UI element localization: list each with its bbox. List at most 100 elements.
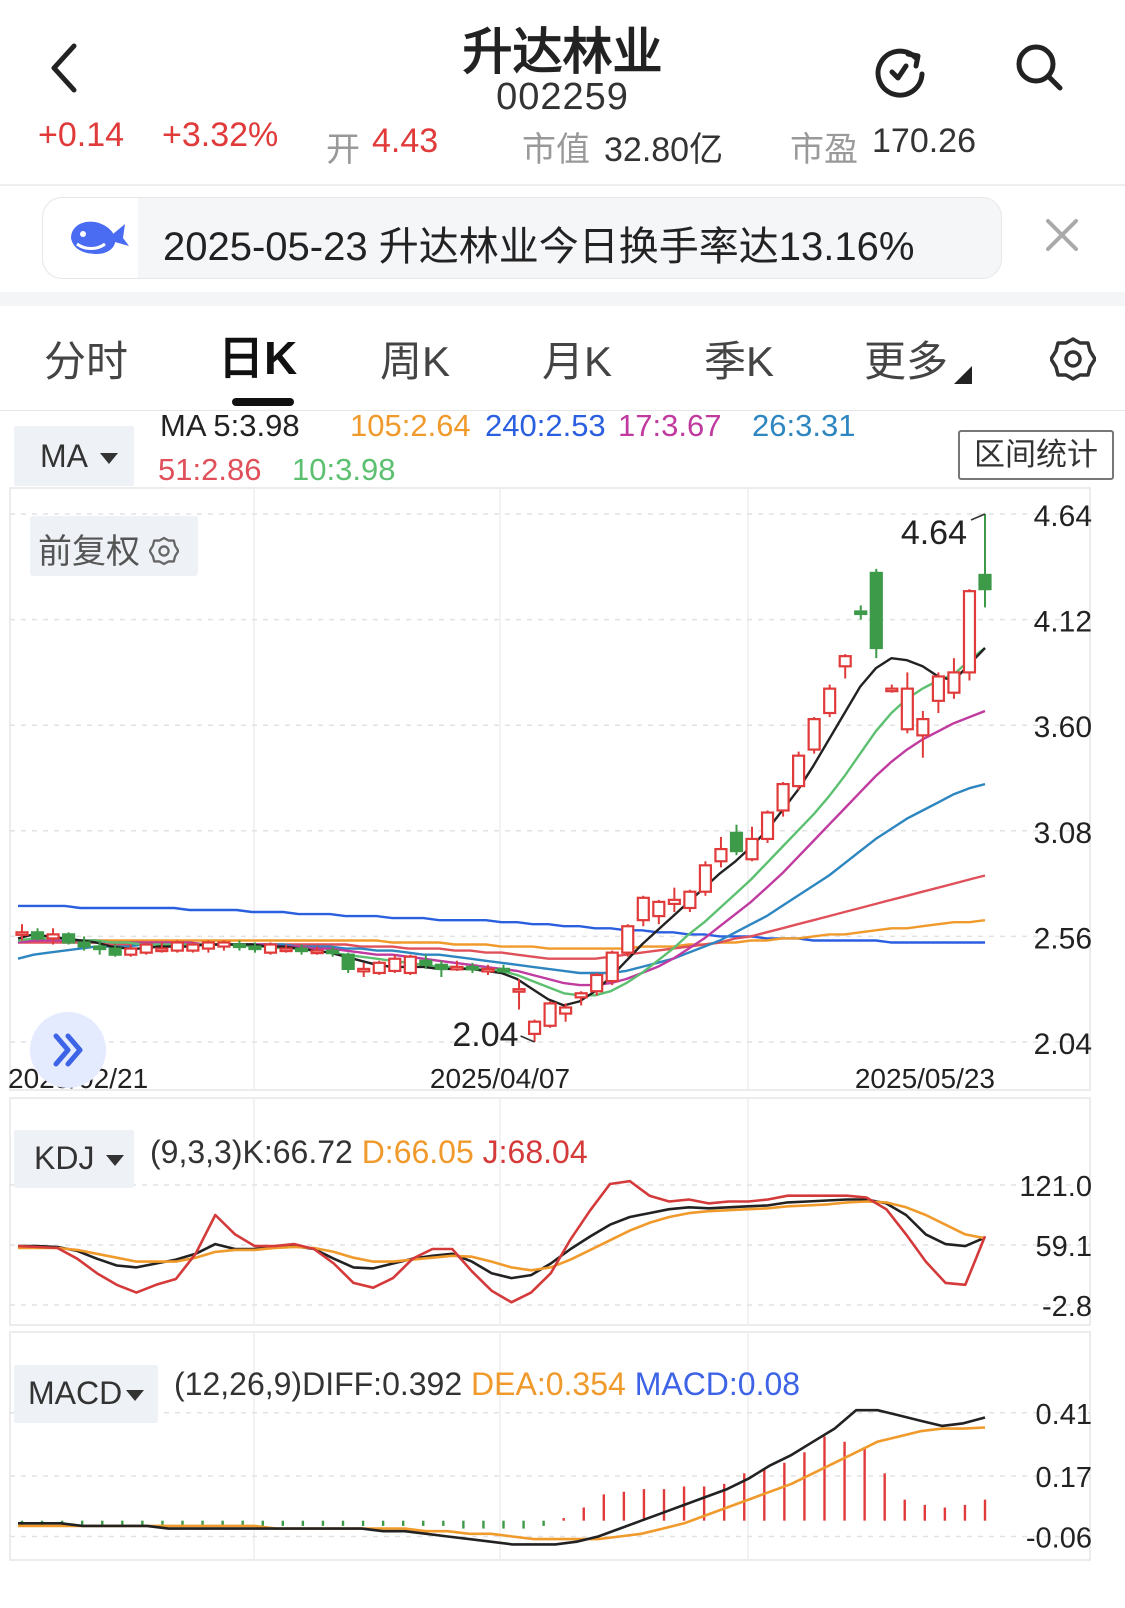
candle-body [481,967,495,973]
candle-body [294,947,309,953]
candle-body [419,959,433,966]
candle-body [326,949,340,955]
candle-body [885,687,899,693]
min-pointer [520,1035,535,1043]
candle-body [372,961,386,975]
candle-body [186,943,200,952]
indicator-selector-kdj[interactable]: KDJ [14,1130,134,1188]
y-tick-label: 2.04 [1034,1028,1092,1061]
candle-body [590,973,604,993]
caret-down-icon [126,1390,145,1402]
candle-body [652,900,666,918]
macd-plot [18,1408,987,1546]
candle-body [201,941,215,950]
candle-body [714,847,728,863]
macd-dea-value: DEA:0.354 [471,1366,626,1402]
candle-body [621,925,635,954]
candle-body [698,864,713,893]
candle-body [496,967,511,973]
x-tick-label: 2025/04/07 [430,1063,570,1094]
candle-body [683,890,697,910]
kdj-legend: (9,3,3)K:66.72 D:66.05 J:68.04 [150,1134,588,1171]
candle-body [559,1006,573,1015]
candle-body [465,965,480,971]
candle-body [139,943,153,954]
y-tick-label: 0.41 [1036,1399,1092,1431]
y-tick-label: -2.8 [1042,1291,1092,1323]
kdj-j-value: J:68.04 [482,1134,588,1170]
candle-body [263,943,278,954]
candle-body [605,951,619,983]
adjust-mode-button[interactable]: 前复权 [30,516,198,576]
candle-body [543,1002,557,1027]
candle-body [527,1020,542,1035]
candle-body [823,687,837,715]
candle-body [792,754,806,788]
y-tick-label: 4.12 [1034,606,1092,639]
candle-body [962,590,977,674]
candle-body [93,945,107,951]
candle-body [61,933,76,944]
candle-body [248,945,262,951]
y-tick-label: -0.06 [1026,1522,1092,1554]
candle-body [279,947,293,953]
macd-legend: (12,26,9)DIFF:0.392 DEA:0.354 MACD:0.08 [174,1366,800,1403]
candle-body [232,943,247,949]
candle-body [108,947,122,956]
candle-body [636,896,650,922]
candle-body [931,675,946,702]
indicator-selector-macd[interactable]: MACD [14,1365,158,1423]
candle-body [434,963,448,970]
candle-body [217,941,231,948]
indicator-selector-label: KDJ [34,1140,95,1176]
y-tick-label: 3.08 [1034,817,1092,850]
candle-body [170,941,184,952]
adjust-mode-label: 前复权 [38,533,140,571]
y-tick-label: 0.17 [1036,1462,1092,1494]
candle-body [124,947,138,956]
candle-body [357,967,371,973]
expand-chart-button[interactable] [30,1012,106,1088]
min-price-label: 2.04 [452,1016,518,1054]
gear-icon [148,536,180,566]
kdj-line-d [18,1200,986,1272]
macd-params: (12,26,9) [174,1366,303,1402]
y-tick-label: 2.56 [1034,922,1092,955]
candle-body [869,571,883,650]
candle-body [388,957,402,973]
candle-body [155,947,169,953]
y-tick-label: 59.1 [1036,1231,1092,1263]
candle-body [310,949,324,955]
candle-body [776,782,790,812]
candle-body [667,898,681,906]
candle-body [947,671,961,694]
kdj-lines [17,1179,987,1304]
candle-body [30,931,45,940]
candle-body [574,992,588,999]
candle-body [46,933,60,940]
candle-body [916,718,930,737]
candle-body [807,718,821,751]
y-tick-label: 121.0 [1019,1171,1092,1203]
candle-body [900,687,914,731]
candle-body [729,831,744,853]
candle-body [77,941,91,948]
kdj-k-value: K:66.72 [242,1134,353,1170]
y-tick-label: 3.60 [1034,711,1092,744]
x-tick-label: 2025/05/23 [855,1063,995,1094]
y-tick-label: 4.64 [1034,500,1092,533]
candle-body [745,837,759,861]
macd-diff-value: DIFF:0.392 [302,1366,463,1402]
panel-border [9,1097,1091,1326]
candle-body [512,988,526,993]
candle-body [15,931,29,936]
candle-body [450,965,464,971]
candle-body [341,953,355,970]
candle-body [838,655,852,668]
indicator-selector-label: MACD [28,1375,123,1411]
max-pointer [970,513,986,521]
kdj-line-k [18,1198,986,1280]
kdj-d-value: D:66.05 [361,1134,474,1170]
max-price-label: 4.64 [901,514,967,552]
kdj-params: (9,3,3) [150,1134,243,1170]
